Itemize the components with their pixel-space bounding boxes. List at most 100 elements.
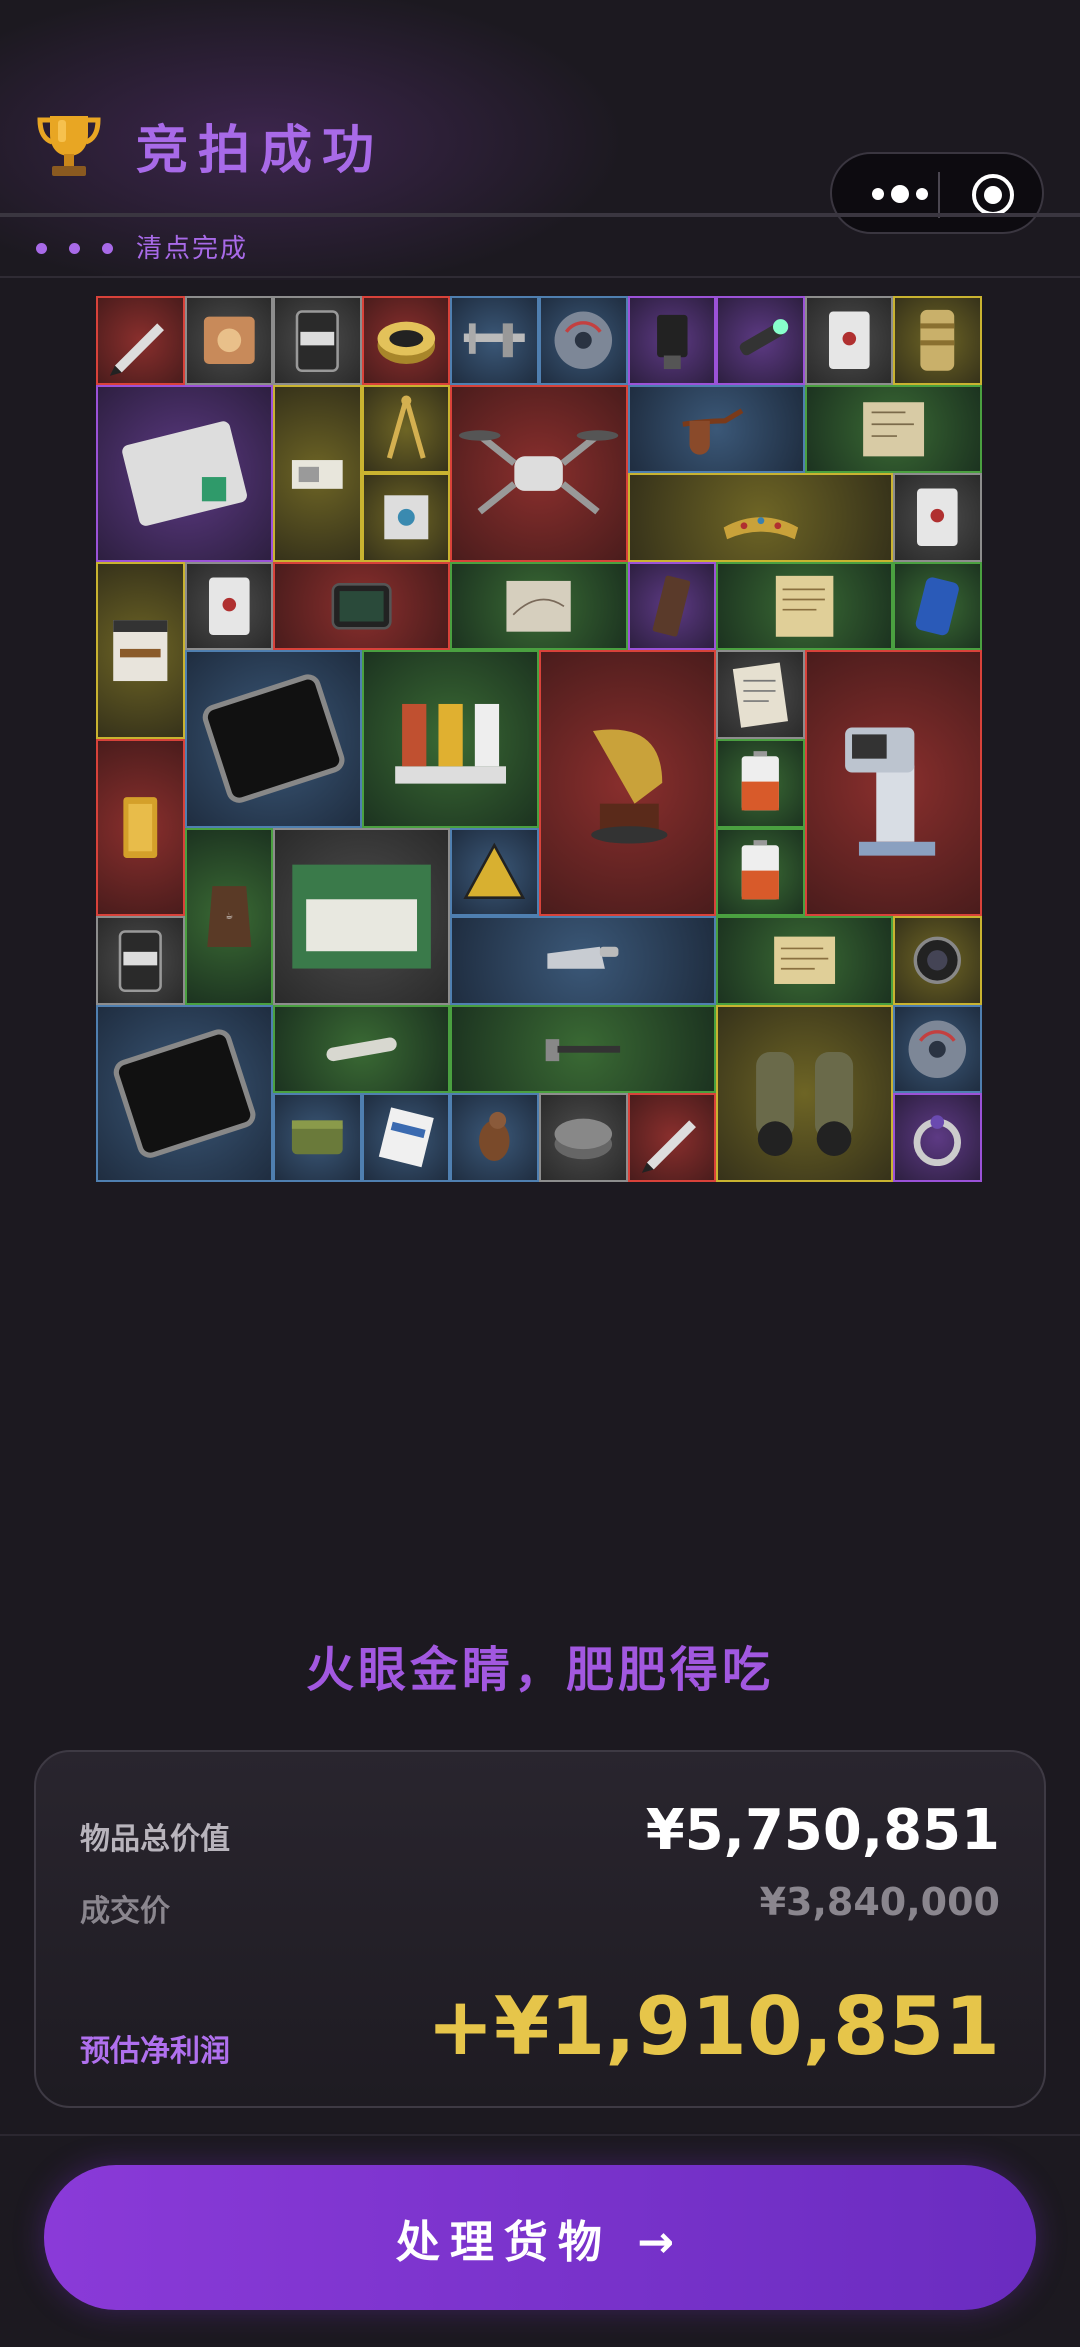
protein-can-icon	[118, 930, 162, 993]
loot-item-disc	[539, 296, 628, 385]
header-divider	[0, 213, 1080, 217]
summary-card: 物品总价值 ¥5,750,851 成交价 ¥3,840,000 预估净利润 +¥…	[34, 1750, 1046, 2108]
blueprint-icon	[862, 401, 924, 456]
loot-item-binoculars	[716, 1004, 894, 1182]
loot-item-ring	[893, 1093, 982, 1182]
drone-icon	[459, 429, 619, 514]
loot-item-caliper	[450, 296, 539, 385]
loot-item-energy-bar	[627, 561, 717, 651]
loot-item-cpu-chip	[361, 473, 451, 562]
pill-box-icon	[378, 1107, 434, 1168]
loot-item-protein-can	[96, 916, 185, 1005]
header: 竞拍成功	[0, 0, 1080, 234]
process-goods-button[interactable]: 处理货物 →	[44, 2165, 1036, 2310]
loot-item-blueprint	[804, 384, 982, 474]
tablet-device-icon	[331, 582, 392, 630]
loot-grid: ☕	[96, 296, 982, 1182]
disc-icon	[554, 311, 613, 370]
saw-icon	[547, 946, 619, 969]
loot-item-tiara	[627, 473, 894, 562]
tiara-icon	[723, 517, 798, 540]
loot-item-pen	[96, 296, 185, 385]
robot-arm-icon	[844, 727, 935, 857]
gold-bar-icon	[123, 797, 158, 859]
energy-bar-icon	[652, 575, 690, 637]
caviar-tin-icon	[377, 321, 435, 364]
loot-item-pill-box	[361, 1093, 451, 1182]
loot-item-phone-mount	[627, 296, 717, 385]
total-value-label: 物品总价值	[80, 1822, 230, 1857]
loot-item-disc	[893, 1004, 982, 1094]
compass-tool-icon	[386, 395, 426, 459]
deal-price-label: 成交价	[80, 1894, 170, 1929]
blueprint-card-icon	[292, 459, 343, 489]
coffee-box-icon	[113, 619, 168, 681]
pipe-icon	[682, 408, 743, 455]
loot-item-tablet	[96, 1004, 274, 1182]
hard-drive-icon	[122, 420, 247, 526]
loot-item-note-paper	[716, 650, 805, 739]
status-divider	[0, 276, 1080, 278]
loot-item-candle-box	[273, 827, 451, 1005]
target-close-icon[interactable]	[970, 172, 1016, 218]
loot-item-tube	[273, 1004, 451, 1094]
loot-item-stone-wheel	[539, 1093, 628, 1182]
stone-wheel-icon	[554, 1119, 613, 1160]
ammo-can-icon	[292, 1120, 343, 1155]
disc-icon	[908, 1020, 967, 1078]
soda-can-icon	[916, 577, 960, 636]
tablet-icon	[113, 1029, 256, 1158]
caliper-icon	[464, 323, 526, 358]
loot-item-parchment	[716, 561, 894, 651]
trophy-icon	[37, 116, 101, 176]
tablet-icon	[202, 674, 345, 804]
loot-item-caviar-tin	[361, 296, 451, 385]
mini-program-capsule	[830, 152, 1044, 234]
playing-card-icon	[828, 311, 870, 370]
hammer-icon	[546, 1038, 621, 1061]
loot-item-flashlight	[716, 296, 805, 385]
loot-item-playing-card	[893, 473, 982, 562]
status-text: 清点完成	[136, 234, 249, 264]
spice-rack-icon	[394, 704, 506, 785]
loot-item-document	[716, 916, 894, 1005]
page-title: 竞拍成功	[136, 121, 385, 181]
pen-icon	[641, 1120, 696, 1174]
loot-item-blueprint-card	[273, 384, 362, 562]
tube-icon	[326, 1037, 397, 1061]
status-dot	[102, 243, 113, 254]
bird-figurine-icon	[479, 1112, 510, 1162]
flashlight-icon	[739, 319, 789, 356]
parchment-icon	[776, 575, 834, 637]
loot-item-compass-tool	[361, 384, 451, 474]
loot-item-pen	[627, 1093, 717, 1182]
coffee-bag-icon: ☕	[206, 885, 251, 947]
deal-price-value: ¥3,840,000	[759, 1880, 1000, 1924]
cylinder-part-icon	[920, 309, 955, 371]
loot-item-ammo-can	[273, 1093, 362, 1182]
protein-can-icon	[295, 310, 340, 373]
svg-text:☕: ☕	[225, 910, 233, 920]
loot-item-pipe	[627, 384, 805, 474]
loot-item-tablet-device	[273, 561, 451, 651]
more-dots-icon[interactable]	[866, 176, 936, 212]
loot-item-lens	[893, 916, 982, 1005]
battery-icon	[741, 751, 780, 811]
loot-item-coffee-bag: ☕	[184, 827, 274, 1005]
lens-icon	[914, 936, 962, 985]
loot-item-tablet	[184, 650, 362, 828]
ring-icon	[914, 1115, 962, 1167]
loot-item-playing-card	[804, 296, 894, 385]
loot-item-old-map	[450, 561, 628, 651]
loot-item-playing-card	[184, 561, 274, 651]
loot-item-gramophone	[539, 650, 717, 917]
profit-label: 预估净利润	[80, 2034, 230, 2069]
old-map-icon	[506, 580, 572, 632]
note-paper-icon	[733, 662, 789, 729]
loot-item-hard-drive	[96, 384, 274, 562]
loot-item-drone	[450, 384, 628, 562]
battery-icon	[741, 839, 780, 899]
playing-card-icon	[208, 577, 250, 635]
loot-item-bird-figurine	[450, 1093, 539, 1182]
phone-mount-icon	[656, 314, 688, 370]
